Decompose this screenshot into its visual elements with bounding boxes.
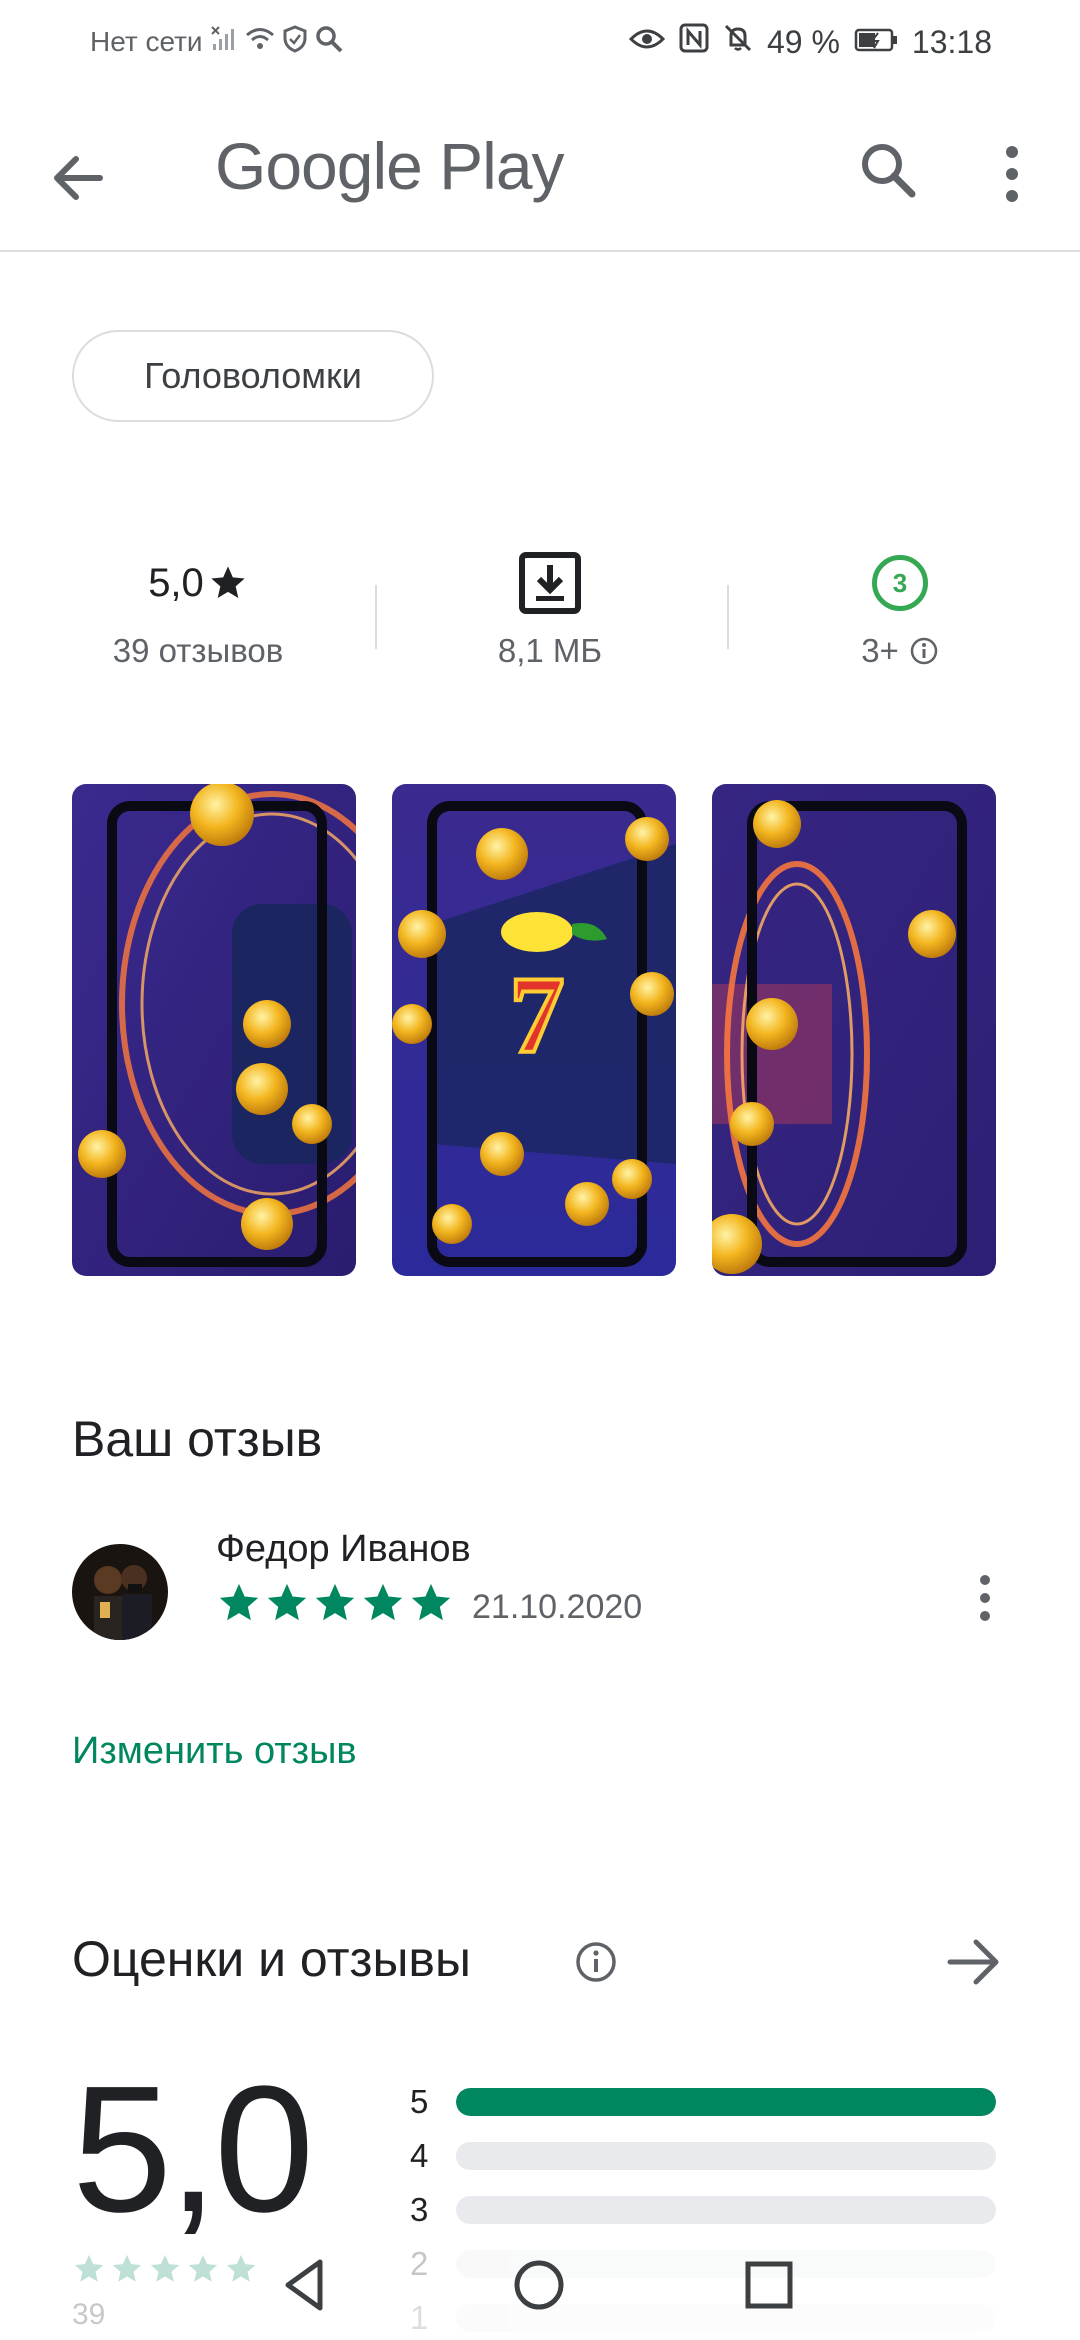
- download-icon: [519, 552, 581, 614]
- rating-stat[interactable]: 5,0 39 отзывов: [72, 548, 324, 670]
- more-vert-icon: [980, 1575, 990, 1621]
- shield-icon: [283, 24, 307, 60]
- arrow-forward-icon: [947, 1939, 999, 1985]
- wifi-icon: [245, 26, 275, 59]
- size-stat-icon-wrap: [430, 548, 670, 618]
- back-arrow-icon: [54, 156, 103, 200]
- nfc-icon: [679, 23, 709, 61]
- age-stat[interactable]: 3 3+: [780, 548, 1020, 670]
- review-date: 21.10.2020: [472, 1588, 643, 1626]
- rating-stat-value: 5,0: [72, 548, 324, 618]
- page-title: Google Play: [215, 129, 565, 203]
- histogram-fill: [456, 2088, 996, 2116]
- avatar-photo-icon: [72, 1544, 168, 1640]
- clock: 13:18: [911, 23, 992, 60]
- screenshot-carousel: 7: [72, 784, 1008, 1276]
- nav-home-icon: [514, 2260, 564, 2310]
- star-icon: [315, 1583, 355, 1621]
- more-options-button[interactable]: [982, 134, 1042, 214]
- star-icon: [211, 566, 245, 598]
- star-icon: [267, 1583, 307, 1621]
- nav-back-button[interactable]: [270, 2250, 340, 2320]
- nav-back-icon: [285, 2259, 323, 2311]
- bell-off-icon: [723, 23, 753, 61]
- screenshot-3[interactable]: [712, 784, 996, 1276]
- star-icon: [411, 1583, 451, 1621]
- age-stat-badge-wrap: 3: [780, 548, 1020, 618]
- back-button[interactable]: [44, 138, 124, 218]
- coins-portal-screenshot: [72, 784, 356, 1276]
- screenshot-2[interactable]: 7: [392, 784, 676, 1276]
- edit-review-link[interactable]: Изменить отзыв: [72, 1730, 357, 1773]
- stats-divider: [375, 585, 377, 649]
- histogram-track: [456, 2142, 996, 2170]
- histogram-track: [456, 2088, 996, 2116]
- histogram-row: 3: [410, 2190, 996, 2230]
- review-more-button[interactable]: [970, 1568, 1000, 1628]
- age-label-row: 3+: [780, 632, 1020, 670]
- histogram-track: [456, 2196, 996, 2224]
- size-value: 8,1 МБ: [497, 632, 603, 669]
- histogram-label: 3: [410, 2191, 429, 2228]
- category-chip[interactable]: Головоломки: [72, 330, 434, 422]
- battery-percent: 49 %: [766, 23, 840, 60]
- more-vert-icon: [1006, 146, 1018, 202]
- system-nav-bar: [0, 2230, 1080, 2340]
- battery-icon: [854, 24, 898, 61]
- ratings-open-button[interactable]: [944, 1934, 1004, 1990]
- nav-recents-button[interactable]: [734, 2250, 804, 2320]
- rating-value: 5,0: [148, 560, 204, 605]
- rating-count-label: 39 отзывов: [112, 632, 284, 669]
- nav-recents-icon: [745, 2261, 793, 2309]
- stats-divider: [727, 585, 729, 649]
- review-stars: [216, 1580, 454, 1626]
- search-icon: [862, 144, 916, 198]
- histogram-row: 5: [410, 2082, 996, 2122]
- screenshot-1[interactable]: [72, 784, 356, 1276]
- search-button[interactable]: [848, 130, 928, 210]
- histogram-row: 4: [410, 2136, 996, 2176]
- status-right: 49 % 13:18: [628, 20, 992, 64]
- average-rating: 5,0: [72, 2049, 314, 2250]
- svg-text:7: 7: [510, 954, 565, 1076]
- histogram-label: 4: [410, 2137, 429, 2174]
- status-bar: Нет сети 49 % 13:18: [0, 0, 1080, 80]
- ratings-title: Оценки и отзывы: [72, 1931, 471, 1987]
- eye-icon: [628, 24, 666, 61]
- reviewer-name: Федор Иванов: [216, 1528, 471, 1570]
- status-left: Нет сети: [90, 20, 343, 64]
- age-rating-badge: 3: [872, 555, 928, 611]
- nav-home-button[interactable]: [504, 2250, 574, 2320]
- info-icon: [910, 637, 938, 665]
- avatar: [72, 1544, 168, 1640]
- histogram-label: 5: [410, 2083, 429, 2120]
- app-bar: Google Play: [0, 90, 1080, 252]
- coins-portal-screenshot: [712, 784, 996, 1276]
- your-review-title: Ваш отзыв: [72, 1411, 323, 1467]
- age-label: 3+: [861, 632, 899, 669]
- slot-seven-screenshot: 7: [392, 784, 676, 1276]
- star-icon: [363, 1583, 403, 1621]
- screen: Нет сети 49 % 13:18 Google Play Головоло…: [0, 0, 1080, 2340]
- no-signal-icon: [210, 25, 237, 59]
- size-stat: 8,1 МБ: [430, 548, 670, 670]
- search-status-icon: [315, 25, 343, 60]
- star-icon: [219, 1583, 259, 1621]
- info-icon: [576, 1942, 616, 1982]
- ratings-info-button[interactable]: [574, 1940, 618, 1984]
- network-status: Нет сети: [90, 26, 203, 57]
